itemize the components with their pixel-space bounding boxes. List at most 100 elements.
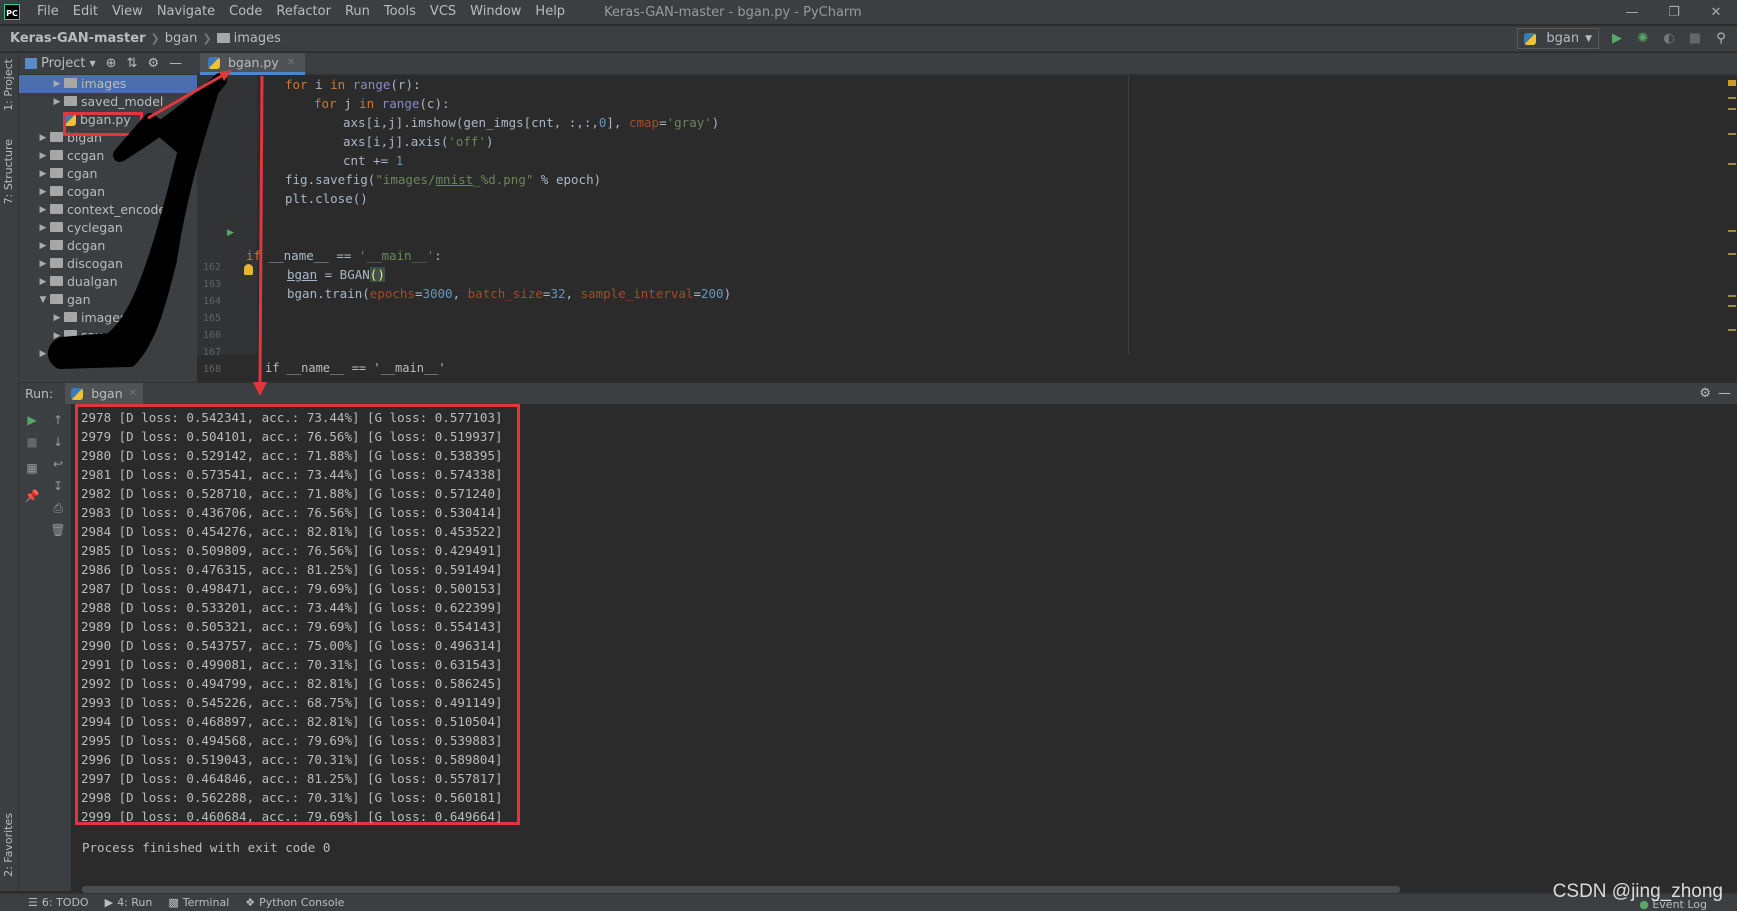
chevron-right-icon[interactable]: ▶ [36,165,50,183]
marker[interactable] [1728,133,1736,135]
menu-code[interactable]: Code [222,0,269,24]
breadcrumb-bgan[interactable]: bgan [165,31,198,46]
locate-icon[interactable]: ⊕ [106,56,117,71]
marker[interactable] [1728,329,1736,331]
chevron-right-icon[interactable]: ▶ [36,273,50,291]
tree-item[interactable]: ▶ saved_m [19,327,137,345]
python-console-button[interactable]: ❖ Python Console [245,896,344,909]
gear-icon[interactable]: ⚙ [1699,386,1711,401]
breadcrumb-images[interactable]: images [234,31,281,46]
tree-item[interactable]: ▶ dualgan [19,273,118,291]
tree-item[interactable]: ▶ images [19,309,127,327]
layout-icon[interactable]: ▦ [24,460,40,476]
menu-navigate[interactable]: Navigate [150,0,222,24]
tree-item[interactable]: ▶ cogan [19,183,106,201]
terminal-tool-button[interactable]: ▩ Terminal [168,896,229,909]
todo-tool-button[interactable]: ☰ 6: TODO [28,896,89,909]
run-icon[interactable]: ▶ [1609,31,1625,47]
tab-bgan-py[interactable]: bgan.py ✕ [200,53,306,75]
marker[interactable] [1728,163,1736,165]
project-tool-tab[interactable]: 1: Project [2,59,15,111]
editor-breadcrumb[interactable]: if __name__ == '__main__' [257,358,1737,378]
run-config-select[interactable]: bgan ▼ [1517,28,1599,49]
hide-icon[interactable]: — [169,56,182,71]
structure-tool-tab[interactable]: 7: Structure [2,139,15,204]
debug-icon[interactable]: ✺ [1635,31,1651,47]
chevron-right-icon[interactable]: ▶ [36,147,50,165]
close-icon[interactable]: ✕ [1695,0,1737,24]
tree-item[interactable]: ▶ discogan [19,255,123,273]
marker[interactable] [1728,305,1736,307]
menu-help[interactable]: Help [528,0,572,24]
print-icon[interactable]: ⎙ [50,500,66,516]
close-tab-icon[interactable]: ✕ [129,388,137,399]
lightbulb-icon[interactable] [244,264,253,275]
restore-icon[interactable]: ❐ [1653,0,1695,24]
collapse-icon[interactable]: ⇅ [127,56,138,71]
log-literal: ] [G loss: [351,600,435,615]
tree-item[interactable]: ▶ images [19,75,197,93]
editor-error-stripe[interactable] [1727,75,1737,355]
gear-icon[interactable]: ⚙ [147,56,159,71]
chevron-right-icon[interactable]: ▶ [36,345,50,363]
marker[interactable] [1728,253,1736,255]
warning-marker[interactable] [1728,80,1736,86]
chevron-right-icon[interactable]: ▶ [50,75,64,93]
hide-icon[interactable]: — [1718,386,1731,401]
project-view-select[interactable]: Project ▼ [25,56,96,71]
horizontal-scrollbar[interactable] [82,886,1400,893]
chevron-right-icon[interactable]: ▶ [50,93,64,111]
tree-item[interactable]: ▶ cyclegan [19,219,123,237]
chevron-right-icon[interactable]: ▶ [50,327,64,345]
down-arrow-icon[interactable]: ↓ [50,434,66,450]
stop-icon[interactable]: ■ [24,434,40,450]
chevron-right-icon[interactable]: ▶ [36,255,50,273]
tree-item[interactable]: ▶ cgan [19,165,98,183]
minimize-icon[interactable]: — [1611,0,1653,24]
menu-edit[interactable]: Edit [66,0,105,24]
menu-run[interactable]: Run [338,0,377,24]
tree-item[interactable]: ▶ dcgan [19,237,106,255]
tree-item[interactable]: ▶ ccgan [19,147,105,165]
menu-vcs[interactable]: VCS [423,0,463,24]
chevron-right-icon[interactable]: ▶ [50,309,64,327]
console-output[interactable]: 2978 [D loss: 0.542341, acc.: 73.44%] [G… [71,404,1727,889]
chevron-right-icon[interactable]: ▶ [36,237,50,255]
tree-item[interactable]: ▶ saved_model [19,93,164,111]
marker[interactable] [1728,230,1736,232]
run-tool-button[interactable]: ▶ 4: Run [105,896,153,909]
code-editor[interactable]: for i in range(r): for j in range(c): ax… [246,75,1727,355]
menu-window[interactable]: Window [463,0,528,24]
chevron-right-icon[interactable]: ▶ [36,129,50,147]
run-gutter-icon[interactable]: ▶ [227,228,234,238]
trash-icon[interactable]: 🗑 [50,522,66,538]
tree-item[interactable]: ▶ context_encoder [19,201,172,219]
pin-icon[interactable]: 📌 [24,488,40,504]
soft-wrap-icon[interactable]: ↩ [50,456,66,472]
breadcrumb-project[interactable]: Keras-GAN-master [10,31,145,46]
chevron-down-icon[interactable]: ▼ [36,291,50,309]
chevron-right-icon[interactable]: ▶ [36,183,50,201]
menu-view[interactable]: View [105,0,150,24]
rerun-icon[interactable]: ▶ [24,412,40,428]
chevron-right-icon[interactable]: ▶ [36,219,50,237]
favorites-tool-tab[interactable]: 2: Favorites [2,813,15,877]
chevron-right-icon[interactable]: ▶ [36,201,50,219]
up-arrow-icon[interactable]: ↑ [50,412,66,428]
marker[interactable] [1728,295,1736,297]
log-line: 2985 [D loss: 0.509809, acc.: 76.56%] [G… [81,541,503,560]
marker[interactable] [1728,97,1736,99]
close-tab-icon[interactable]: ✕ [287,57,295,68]
menu-file[interactable]: File [30,0,66,24]
menu-refactor[interactable]: Refactor [269,0,338,24]
coverage-icon[interactable]: ◐ [1661,31,1677,47]
menu-tools[interactable]: Tools [377,0,423,24]
run-tab-bgan[interactable]: bgan ✕ [65,382,144,405]
stop-icon[interactable]: ■ [1687,31,1703,47]
log-literal: ] [G loss: [351,771,435,786]
search-icon[interactable]: ⚲ [1713,31,1729,47]
marker[interactable] [1728,108,1736,110]
scroll-to-end-icon[interactable]: ↧ [50,478,66,494]
tree-item[interactable]: ▼ gan [19,291,91,309]
tree-item[interactable]: ▶ infogan [19,345,114,363]
